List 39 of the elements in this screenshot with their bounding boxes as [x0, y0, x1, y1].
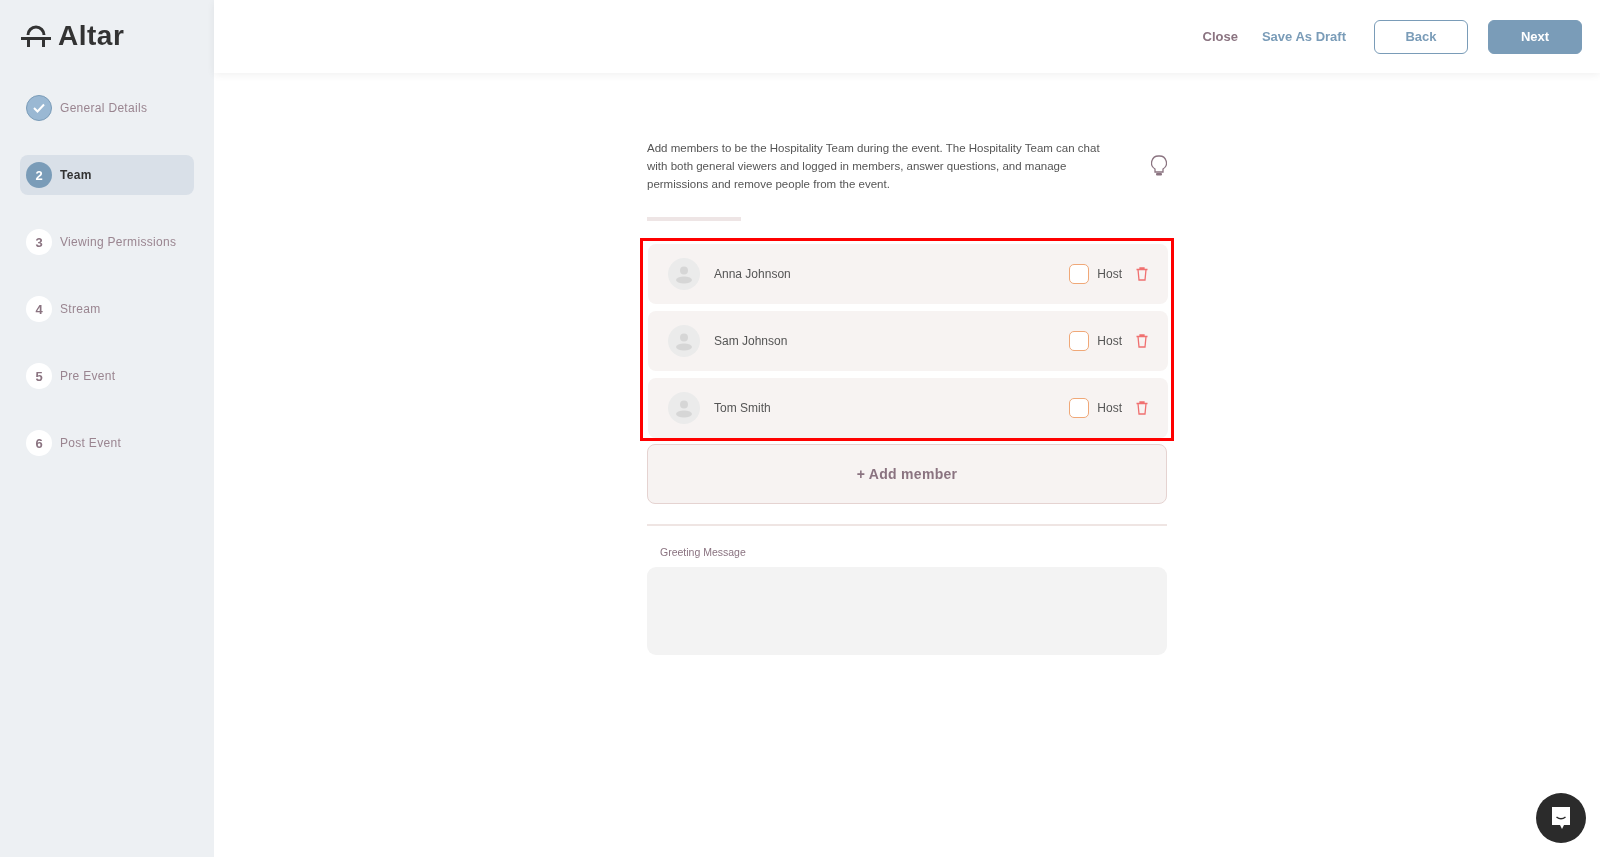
host-label: Host: [1097, 334, 1122, 348]
host-label: Host: [1097, 267, 1122, 281]
step-marker: 6: [26, 430, 52, 456]
host-checkbox[interactable]: [1069, 398, 1090, 418]
step-marker: 5: [26, 363, 52, 389]
step-marker: 3: [26, 229, 52, 255]
add-member-button[interactable]: + Add member: [647, 444, 1167, 504]
host-checkbox[interactable]: [1069, 331, 1090, 351]
step-item[interactable]: 5 Pre Event: [20, 356, 194, 396]
step-marker: 2: [26, 162, 52, 188]
delete-icon[interactable]: [1136, 334, 1148, 348]
avatar-icon: [668, 392, 700, 424]
member-name: Sam Johnson: [714, 334, 789, 348]
host-label: Host: [1097, 401, 1122, 415]
step-item[interactable]: 3 Viewing Permissions: [20, 222, 194, 262]
avatar-icon: [668, 325, 700, 357]
back-button[interactable]: Back: [1374, 19, 1468, 54]
step-item[interactable]: 4 Stream: [20, 289, 194, 329]
delete-icon[interactable]: [1136, 401, 1148, 415]
chat-icon: [1549, 805, 1573, 831]
step-marker: 4: [26, 296, 52, 322]
member-name: Tom Smith: [714, 401, 772, 415]
chat-button[interactable]: [1536, 793, 1586, 843]
host-checkbox[interactable]: [1069, 264, 1090, 284]
member-name: Anna Johnson: [714, 267, 792, 281]
greeting-label: Greeting Message: [660, 546, 747, 558]
lightbulb-icon: [1151, 155, 1167, 177]
delete-icon[interactable]: [1136, 267, 1148, 281]
check-icon: [33, 103, 45, 113]
close-link[interactable]: Close: [1202, 25, 1238, 48]
avatar-icon: [668, 258, 700, 290]
step-item[interactable]: General Details: [20, 88, 194, 128]
step-item[interactable]: 2 Team: [20, 155, 194, 195]
step-item[interactable]: 6 Post Event: [20, 423, 194, 463]
logo-text: Altar: [58, 20, 125, 52]
logo-icon: [20, 23, 52, 49]
save-draft-link[interactable]: Save As Draft: [1261, 25, 1346, 48]
description-text: Add members to be the Hospitality Team during the event. The Hospitality Team can chat with both general viewers and logged in members, answer questions, and manage permissions and remove people from the event.: [647, 141, 1101, 192]
next-button[interactable]: Next: [1488, 19, 1582, 54]
